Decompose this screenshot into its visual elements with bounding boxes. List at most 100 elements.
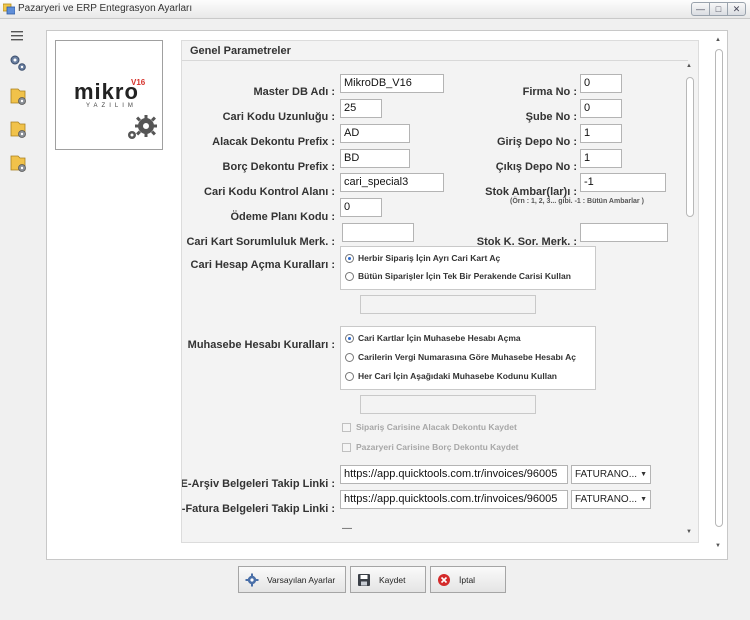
title-divider [182,60,688,61]
scroll-up-icon[interactable]: ▲ [715,37,721,43]
window-title: Pazaryeri ve ERP Entegrasyon Ayarları [18,3,193,14]
firma-no-label: Firma No : [522,86,577,98]
defaults-button-label: Varsayılan Ayarlar [267,574,336,585]
save-icon [358,573,370,586]
outer-scrollbar[interactable]: ▲ ▼ [713,33,725,555]
settings-folder-icon[interactable] [8,85,28,107]
radio-label: Carilerin Vergi Numarasına Göre Muhasebe… [358,352,576,362]
logo-gears-icon [128,115,157,139]
scroll-thumb[interactable] [715,49,723,527]
close-icon: ✕ [732,3,741,14]
radio-label: Herbir Sipariş İçin Ayrı Cari Kart Aç [358,253,501,263]
dropdown-arrow-icon: ▼ [640,471,647,478]
borc-dekontu-prefix-input[interactable]: BD [340,149,410,168]
cari-hesap-extra-input [360,295,536,314]
dropdown-arrow-icon: ▼ [640,496,647,503]
firma-no-input[interactable]: 0 [580,74,622,93]
pazaryeri-borc-dekontu-checkbox: Pazaryeri Carisine Borç Dekontu Kaydet [342,442,519,452]
gears-icon[interactable] [8,52,28,74]
checkbox-label: Pazaryeri Carisine Borç Dekontu Kaydet [356,442,519,452]
cari-kodu-kontrol-alani-input[interactable]: cari_special3 [340,173,444,192]
cancel-button[interactable]: İptal [430,566,506,593]
cari-hesap-label: Cari Hesap Açma Kuralları : [190,259,335,271]
dropdown-value: FATURANO... [575,494,638,505]
cari-kart-sorumluluk-label: Cari Kart Sorumluluk Merk. : [186,236,335,248]
defaults-button[interactable]: Varsayılan Ayarlar [238,566,346,593]
efatura-link-input[interactable]: https://app.quicktools.com.tr/invoices/9… [340,490,568,509]
scroll-down-icon[interactable]: ▼ [686,529,692,535]
logo-subtitle: YAZILIM [86,103,137,109]
scroll-down-icon[interactable]: ▼ [715,543,721,549]
odeme-plani-kodu-label: Ödeme Planı Kodu : [230,211,335,223]
title-bar: Pazaryeri ve ERP Entegrasyon Ayarları — … [0,0,750,19]
settings-folder-icon[interactable] [8,152,28,174]
cari-kart-sorumluluk-input[interactable] [342,223,414,242]
muhasebe-options: Cari Kartlar İçin Muhasebe Hesabı Açma C… [340,326,596,390]
muhasebe-option-3[interactable]: Her Cari İçin Aşağıdaki Muhasebe Kodunu … [345,371,557,381]
cari-hesap-option-1[interactable]: Herbir Sipariş İçin Ayrı Cari Kart Aç [345,253,500,263]
borc-dekontu-prefix-label: Borç Dekontu Prefix : [222,161,335,173]
efatura-link-label: E-Fatura Belgeleri Takip Linki : [181,503,335,515]
stok-ambarlari-input[interactable]: -1 [580,173,666,192]
earsiv-field-dropdown[interactable]: FATURANO... ▼ [571,465,651,484]
mikro-logo: V16 mikro YAZILIM [55,40,163,150]
radio-icon [345,271,354,281]
alacak-dekontu-prefix-input[interactable]: AD [340,124,410,143]
stok-ambarlari-hint: (Örn : 1, 2, 3... gibi. -1 : Bütün Ambar… [510,198,644,205]
cikis-depo-no-input[interactable]: 1 [580,149,622,168]
maximize-button[interactable]: □ [709,2,728,16]
app-icon [3,3,15,15]
cari-kodu-uzunlugu-input[interactable]: 25 [340,99,382,118]
minimize-icon: — [696,4,705,14]
cancel-icon [438,573,450,586]
radio-icon [345,352,354,362]
maximize-icon: □ [715,4,722,14]
checkbox-icon [342,442,351,452]
settings-folder-icon[interactable] [8,118,28,140]
stok-ambarlari-label: Stok Ambar(lar)ı : [485,186,577,198]
cari-kodu-kontrol-alani-label: Cari Kodu Kontrol Alanı : [204,186,335,198]
master-db-label: Master DB Adı : [253,86,336,98]
alacak-dekontu-prefix-label: Alacak Dekontu Prefix : [212,136,335,148]
radio-checked-icon [345,253,354,263]
earsiv-link-input[interactable]: https://app.quicktools.com.tr/invoices/9… [340,465,568,484]
section-title: Genel Parametreler [190,45,291,57]
minimize-button[interactable]: — [691,2,710,16]
muhasebe-option-1[interactable]: Cari Kartlar İçin Muhasebe Hesabı Açma [345,333,521,343]
sube-no-input[interactable]: 0 [580,99,622,118]
radio-label: Cari Kartlar İçin Muhasebe Hesabı Açma [358,333,521,343]
partial-row-text: — [342,523,352,534]
radio-icon [345,371,354,381]
muhasebe-label: Muhasebe Hesabı Kuralları : [187,339,335,351]
save-button[interactable]: Kaydet [350,566,426,593]
main-panel: V16 mikro YAZILIM Genel Parametreler Mas… [46,30,728,560]
hamburger-menu-icon[interactable] [8,26,28,48]
sidebar [0,19,40,599]
cari-kodu-uzunlugu-label: Cari Kodu Uzunluğu : [222,111,335,123]
cari-hesap-option-2[interactable]: Bütün Siparişler İçin Tek Bir Perakende … [345,271,571,281]
muhasebe-option-2[interactable]: Carilerin Vergi Numarasına Göre Muhasebe… [345,352,576,362]
efatura-field-dropdown[interactable]: FATURANO... ▼ [571,490,651,509]
cikis-depo-no-label: Çıkış Depo No : [495,161,577,173]
radio-label: Her Cari İçin Aşağıdaki Muhasebe Kodunu … [358,371,557,381]
close-button[interactable]: ✕ [727,2,746,16]
general-parameters-panel: Genel Parametreler Master DB Adı : Mikro… [181,40,699,543]
radio-checked-icon [345,333,354,343]
scroll-thumb[interactable] [686,77,694,217]
inner-scrollbar[interactable]: ▲ ▼ [684,61,696,539]
master-db-input[interactable]: MikroDB_V16 [340,74,444,93]
scroll-up-icon[interactable]: ▲ [686,63,692,69]
cari-hesap-options: Herbir Sipariş İçin Ayrı Cari Kart Aç Bü… [340,246,596,290]
odeme-plani-kodu-input[interactable]: 0 [340,198,382,217]
logo-brand: mikro [74,79,139,104]
giris-depo-no-input[interactable]: 1 [580,124,622,143]
muhasebe-extra-input [360,395,536,414]
siparis-alacak-dekontu-checkbox: Sipariş Carisine Alacak Dekontu Kaydet [342,422,517,432]
checkbox-label: Sipariş Carisine Alacak Dekontu Kaydet [356,422,517,432]
save-button-label: Kaydet [379,574,406,585]
stok-sor-merk-input[interactable] [580,223,668,242]
earsiv-link-label: E-Arşiv Belgeleri Takip Linki : [181,478,335,490]
giris-depo-no-label: Giriş Depo No : [496,136,577,148]
dropdown-value: FATURANO... [575,469,638,480]
radio-label: Bütün Siparişler İçin Tek Bir Perakende … [358,271,571,281]
